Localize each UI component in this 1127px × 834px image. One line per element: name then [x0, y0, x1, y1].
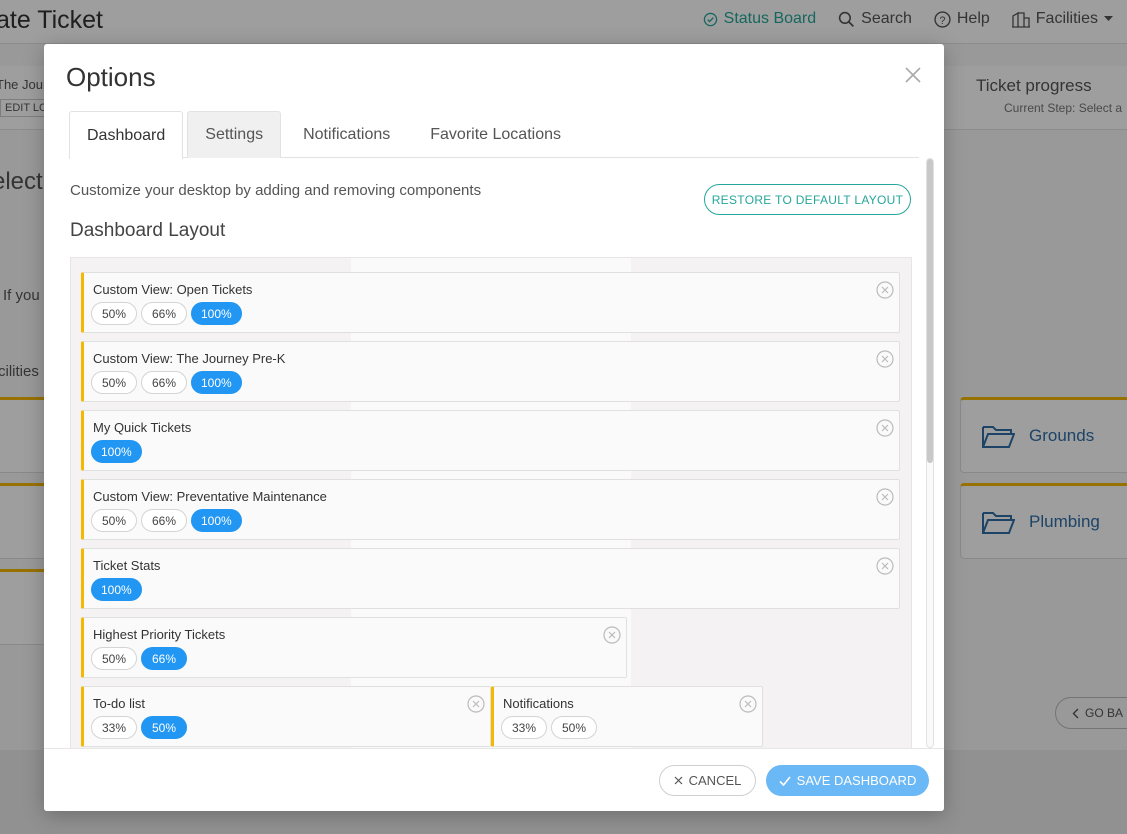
remove-circle-icon[interactable] [876, 281, 894, 299]
modal-footer: CANCEL SAVE DASHBOARD [44, 748, 944, 811]
remove-circle-icon[interactable] [603, 626, 621, 644]
tab-notifications[interactable]: Notifications [285, 111, 408, 158]
size-option-50[interactable]: 50% [91, 509, 137, 532]
size-options: 50% 66% 100% [91, 509, 242, 532]
check-icon [779, 775, 791, 786]
close-icon [674, 776, 683, 785]
remove-circle-icon[interactable] [467, 695, 485, 713]
remove-circle-icon[interactable] [876, 419, 894, 437]
size-option-66[interactable]: 66% [141, 302, 187, 325]
options-modal: Options Dashboard Settings Notifications… [44, 44, 944, 811]
size-option-100[interactable]: 100% [91, 440, 142, 463]
remove-circle-icon[interactable] [876, 557, 894, 575]
remove-circle-icon[interactable] [739, 695, 757, 713]
tab-favorite-locations[interactable]: Favorite Locations [412, 111, 579, 158]
cancel-label: CANCEL [688, 773, 742, 788]
size-option-50[interactable]: 50% [91, 647, 137, 670]
size-option-33[interactable]: 33% [501, 716, 547, 739]
restore-default-layout-button[interactable]: RESTORE TO DEFAULT LAYOUT [704, 184, 911, 215]
tab-settings[interactable]: Settings [187, 111, 282, 158]
modal-title: Options [66, 62, 156, 92]
component-name: Ticket Stats [93, 558, 161, 573]
size-option-66[interactable]: 66% [141, 371, 187, 394]
size-option-66[interactable]: 66% [141, 509, 187, 532]
dashboard-component[interactable]: Ticket Stats 100% [81, 548, 900, 609]
dashboard-component[interactable]: Highest Priority Tickets 50% 66% [81, 617, 627, 678]
dashboard-layout-area: Custom View: Open Tickets 50% 66% 100% C… [70, 257, 912, 748]
remove-circle-icon[interactable] [876, 488, 894, 506]
size-options: 50% 66% 100% [91, 371, 242, 394]
size-option-100[interactable]: 100% [91, 578, 142, 601]
size-option-50[interactable]: 50% [141, 716, 187, 739]
size-option-50[interactable]: 50% [91, 371, 137, 394]
dashboard-component[interactable]: Notifications 33% 50% [491, 686, 763, 747]
size-options: 33% 50% [501, 716, 597, 739]
size-option-66[interactable]: 66% [141, 647, 187, 670]
component-name: Notifications [503, 696, 574, 711]
scrollbar-thumb[interactable] [927, 159, 933, 463]
size-option-100[interactable]: 100% [191, 302, 242, 325]
size-option-33[interactable]: 33% [91, 716, 137, 739]
size-option-50[interactable]: 50% [91, 302, 137, 325]
dashboard-layout-heading: Dashboard Layout [70, 220, 226, 241]
close-icon[interactable] [904, 66, 922, 84]
tab-bar: Dashboard Settings Notifications Favorit… [69, 111, 919, 159]
cancel-button[interactable]: CANCEL [659, 765, 756, 796]
size-option-100[interactable]: 100% [191, 509, 242, 532]
size-option-50[interactable]: 50% [551, 716, 597, 739]
dashboard-component[interactable]: Custom View: Preventative Maintenance 50… [81, 479, 900, 540]
component-name: Custom View: The Journey Pre-K [93, 351, 286, 366]
dashboard-component[interactable]: Custom View: Open Tickets 50% 66% 100% [81, 272, 900, 333]
component-name: Custom View: Open Tickets [93, 282, 253, 297]
size-options: 50% 66% 100% [91, 302, 242, 325]
dashboard-tab-content: Customize your desktop by adding and rem… [70, 158, 924, 748]
content-scrollbar[interactable] [926, 158, 934, 748]
remove-circle-icon[interactable] [876, 350, 894, 368]
save-dashboard-button[interactable]: SAVE DASHBOARD [766, 765, 929, 796]
size-options: 100% [91, 578, 142, 601]
component-name: To-do list [93, 696, 146, 711]
size-option-100[interactable]: 100% [191, 371, 242, 394]
dashboard-component[interactable]: Custom View: The Journey Pre-K 50% 66% 1… [81, 341, 900, 402]
component-name: Highest Priority Tickets [93, 627, 226, 642]
size-options: 33% 50% [91, 716, 187, 739]
size-options: 100% [91, 440, 142, 463]
dashboard-component[interactable]: My Quick Tickets 100% [81, 410, 900, 471]
component-name: Custom View: Preventative Maintenance [93, 489, 327, 504]
component-name: My Quick Tickets [93, 420, 192, 435]
tab-dashboard[interactable]: Dashboard [69, 111, 184, 159]
size-options: 50% 66% [91, 647, 187, 670]
dashboard-component[interactable]: To-do list 33% 50% [81, 686, 491, 747]
dashboard-description: Customize your desktop by adding and rem… [70, 182, 482, 199]
save-label: SAVE DASHBOARD [796, 773, 917, 788]
